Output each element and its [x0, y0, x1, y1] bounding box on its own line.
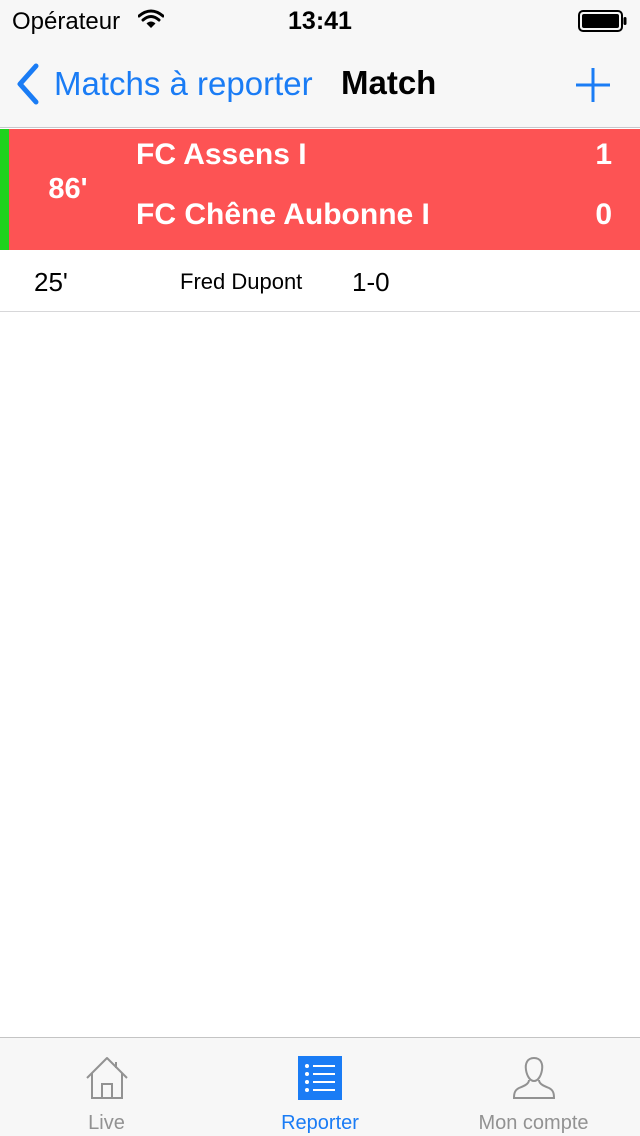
list-icon — [298, 1056, 342, 1100]
home-team-score: 1 — [595, 138, 612, 171]
tab-live[interactable]: Live — [0, 1038, 213, 1136]
away-team-score: 0 — [595, 198, 612, 231]
tab-reporter[interactable]: Reporter — [213, 1038, 427, 1136]
tab-account[interactable]: Mon compte — [427, 1038, 640, 1136]
back-label: Matchs à reporter — [54, 65, 313, 102]
user-icon — [512, 1056, 555, 1099]
tab-bar: Live Reporter Mon compte — [0, 1037, 640, 1136]
home-team-name: FC Assens I — [136, 138, 307, 171]
navigation-bar: Matchs à reporter Match — [0, 40, 640, 128]
add-icon[interactable] — [572, 64, 614, 106]
tab-label: Live — [88, 1112, 125, 1134]
back-button[interactable]: Matchs à reporter — [14, 62, 313, 106]
live-indicator — [0, 129, 9, 250]
event-list: 25' Fred Dupont 1-0 — [0, 251, 640, 312]
status-time: 13:41 — [288, 7, 352, 35]
away-team-name: FC Chêne Aubonne I — [136, 198, 430, 231]
page-title: Match — [341, 64, 437, 101]
match-minute: 86' — [48, 173, 88, 205]
tab-label: Reporter — [281, 1112, 359, 1134]
status-bar: Opérateur 13:41 — [0, 0, 640, 40]
battery-icon — [578, 10, 627, 32]
event-player: Fred Dupont — [180, 269, 303, 294]
chevron-left-icon — [17, 63, 39, 105]
event-score: 1-0 — [352, 267, 390, 297]
event-minute: 25' — [34, 267, 68, 297]
event-row[interactable]: 25' Fred Dupont 1-0 — [0, 251, 640, 312]
home-icon — [85, 1057, 128, 1099]
tab-label: Mon compte — [478, 1112, 589, 1134]
